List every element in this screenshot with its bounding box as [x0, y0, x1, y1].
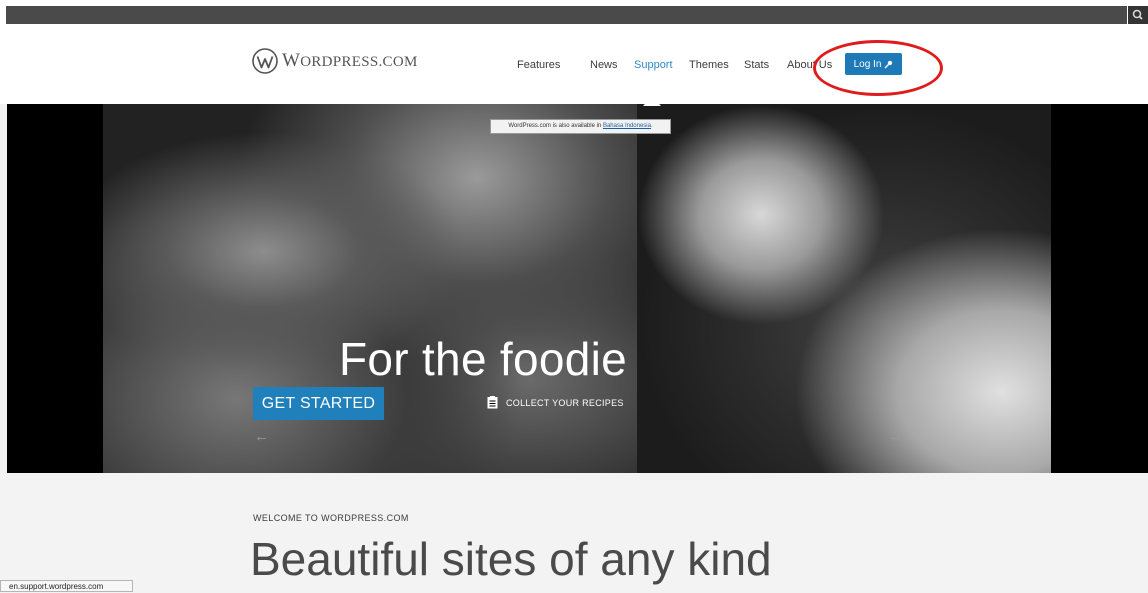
welcome-eyebrow: WELCOME TO WORDPRESS.COM: [253, 513, 409, 523]
tooltip-pointer: [643, 96, 661, 106]
previous-slide-arrow-icon[interactable]: ←: [254, 428, 269, 445]
collect-recipes-link[interactable]: COLLECT YOUR RECIPES: [487, 396, 624, 409]
nav-stats[interactable]: Stats: [744, 59, 769, 71]
welcome-headline: Beautiful sites of any kind: [250, 533, 772, 585]
nav-features[interactable]: Features: [517, 59, 560, 71]
nav-support[interactable]: Support: [634, 59, 673, 71]
language-notice: WordPress.com is also available in Bahas…: [490, 119, 671, 134]
next-slide-arrow-icon[interactable]: →: [888, 428, 903, 445]
wordpress-w-icon: [252, 48, 278, 74]
site-header: WORDPRESS.COM Features News Support Them…: [0, 24, 1148, 104]
admin-bar-strip: [6, 6, 1127, 24]
language-link[interactable]: Bahasa Indonesia: [603, 123, 651, 129]
search-icon: [1132, 9, 1143, 20]
wordpress-logo[interactable]: WORDPRESS.COM: [252, 48, 418, 74]
admin-bar: [0, 0, 1148, 24]
hero-title: For the foodie: [339, 333, 628, 385]
nav-news[interactable]: News: [590, 59, 618, 71]
get-started-button[interactable]: GET STARTED: [253, 387, 384, 420]
search-button[interactable]: [1128, 6, 1148, 24]
logo-wordmark: WORDPRESS.COM: [282, 50, 418, 71]
nav-themes[interactable]: Themes: [689, 59, 729, 71]
clipboard-icon: [487, 396, 498, 409]
browser-status-url: en.support.wordpress.com: [0, 580, 133, 592]
hero-slider: WordPress.com is also available in Bahas…: [7, 104, 1148, 473]
collect-recipes-label: COLLECT YOUR RECIPES: [506, 397, 624, 408]
hero-image-onions: [637, 104, 1051, 473]
highlight-annotation-circle: [813, 40, 943, 96]
